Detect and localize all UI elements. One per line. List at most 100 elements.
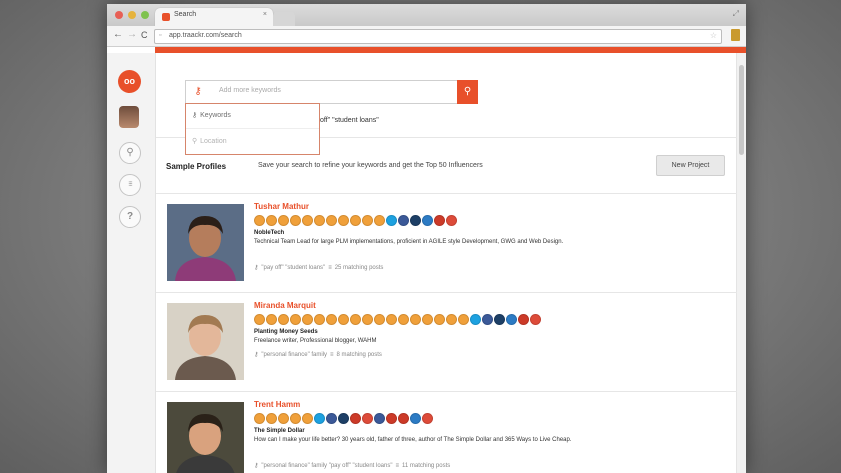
zoom-window-button[interactable] xyxy=(141,11,149,19)
badge-icon[interactable] xyxy=(314,314,325,325)
sidebar-grid-icon[interactable]: ⁝⁝⁝ xyxy=(119,174,141,196)
badge-icon[interactable] xyxy=(494,314,505,325)
badge-icon[interactable] xyxy=(446,215,457,226)
new-project-button[interactable]: New Project xyxy=(656,155,725,176)
badge-icon[interactable] xyxy=(530,314,541,325)
badge-icon[interactable] xyxy=(338,314,349,325)
badge-icon[interactable] xyxy=(290,215,301,226)
sidebar-search-icon[interactable]: ⚲ xyxy=(119,142,141,164)
badge-icon[interactable] xyxy=(482,314,493,325)
badge-icon[interactable] xyxy=(386,413,397,424)
forward-button[interactable]: → xyxy=(127,29,137,40)
divider xyxy=(156,193,737,194)
badge-icon[interactable] xyxy=(386,215,397,226)
dropdown-item-keywords[interactable]: ⚷ Keywords xyxy=(192,111,231,119)
badge-icon[interactable] xyxy=(350,314,361,325)
profile-name[interactable]: Trent Hamm xyxy=(254,400,300,409)
badge-icon[interactable] xyxy=(446,314,457,325)
badge-icon[interactable] xyxy=(422,314,433,325)
badge-icon[interactable] xyxy=(278,314,289,325)
profile-organization: The Simple Dollar xyxy=(254,428,305,434)
close-window-button[interactable] xyxy=(115,11,123,19)
profile-name[interactable]: Tushar Mathur xyxy=(254,202,309,211)
matching-posts[interactable]: 8 matching posts xyxy=(337,352,382,358)
keyword-search-box[interactable]: ⚷ Add more keywords xyxy=(185,80,458,104)
badge-icon[interactable] xyxy=(434,215,445,226)
badge-icon[interactable] xyxy=(278,413,289,424)
address-bar[interactable]: ▫ app.traackr.com/search ☆ xyxy=(154,29,722,44)
reload-button[interactable]: C xyxy=(141,30,148,40)
badge-icon[interactable] xyxy=(338,215,349,226)
key-dropdown-icon[interactable]: ⚷ xyxy=(188,83,208,101)
badge-icon[interactable] xyxy=(266,413,277,424)
app-logo[interactable]: oo xyxy=(118,70,141,93)
posts-icon: ≡ xyxy=(328,265,332,271)
badge-icon[interactable] xyxy=(506,314,517,325)
scrollbar-thumb[interactable] xyxy=(739,65,744,155)
fullscreen-icon[interactable]: ⤢ xyxy=(733,9,739,19)
badge-icon[interactable] xyxy=(266,314,277,325)
browser-window: Search × ⤢ ← → C ▫ app.traackr.com/searc… xyxy=(107,4,746,473)
badge-icon[interactable] xyxy=(314,413,325,424)
badge-icon[interactable] xyxy=(470,314,481,325)
profile-photo[interactable] xyxy=(167,402,244,473)
badge-icon[interactable] xyxy=(410,314,421,325)
matching-posts[interactable]: 11 matching posts xyxy=(402,463,450,469)
badge-icon[interactable] xyxy=(326,413,337,424)
tab-close-icon[interactable]: × xyxy=(263,11,267,18)
profile-photo[interactable] xyxy=(167,204,244,281)
badge-icon[interactable] xyxy=(254,413,265,424)
browser-toolbar: ← → C ▫ app.traackr.com/search ☆ xyxy=(107,26,746,47)
badge-icon[interactable] xyxy=(410,413,421,424)
bookmark-star-icon[interactable]: ☆ xyxy=(710,31,717,40)
matching-posts[interactable]: 25 matching posts xyxy=(335,265,384,271)
badge-icon[interactable] xyxy=(350,413,361,424)
badge-icon[interactable] xyxy=(518,314,529,325)
badge-icon[interactable] xyxy=(350,215,361,226)
badge-icon[interactable] xyxy=(362,314,373,325)
badge-icon[interactable] xyxy=(278,215,289,226)
wrench-icon[interactable] xyxy=(731,29,740,41)
browser-tab[interactable]: Search × xyxy=(155,8,273,26)
badge-icon[interactable] xyxy=(338,413,349,424)
badge-icon[interactable] xyxy=(254,314,265,325)
back-button[interactable]: ← xyxy=(113,29,123,40)
profile-name[interactable]: Miranda Marquit xyxy=(254,301,316,310)
profile-card[interactable]: Miranda Marquit Planting Money Seeds Freel… xyxy=(156,294,737,388)
profile-card[interactable]: Tushar Mathur NobleTech Technical Team Lea… xyxy=(156,195,737,289)
sidebar-help-icon[interactable]: ? xyxy=(119,206,141,228)
page-scrollbar[interactable] xyxy=(736,53,746,473)
badge-icon[interactable] xyxy=(290,413,301,424)
favicon-icon xyxy=(162,13,170,21)
badge-icon[interactable] xyxy=(326,215,337,226)
badge-icon[interactable] xyxy=(422,413,433,424)
badge-icon[interactable] xyxy=(398,314,409,325)
badge-icon[interactable] xyxy=(314,215,325,226)
badge-icon[interactable] xyxy=(434,314,445,325)
badge-icon[interactable] xyxy=(398,215,409,226)
user-avatar[interactable] xyxy=(119,106,139,128)
badge-icon[interactable] xyxy=(374,314,385,325)
profile-photo[interactable] xyxy=(167,303,244,380)
badge-icon[interactable] xyxy=(266,215,277,226)
badge-icon[interactable] xyxy=(362,215,373,226)
badge-icon[interactable] xyxy=(326,314,337,325)
badge-icon[interactable] xyxy=(422,215,433,226)
search-submit-button[interactable]: ⚲ xyxy=(457,80,478,104)
minimize-window-button[interactable] xyxy=(128,11,136,19)
badge-icon[interactable] xyxy=(302,215,313,226)
badge-icon[interactable] xyxy=(374,413,385,424)
badge-icon[interactable] xyxy=(362,413,373,424)
badge-icon[interactable] xyxy=(458,314,469,325)
badge-icon[interactable] xyxy=(290,314,301,325)
dropdown-item-location[interactable]: ⚲ Location xyxy=(192,137,227,145)
new-tab-button[interactable] xyxy=(273,12,295,26)
badge-icon[interactable] xyxy=(302,314,313,325)
badge-icon[interactable] xyxy=(386,314,397,325)
badge-icon[interactable] xyxy=(254,215,265,226)
badge-icon[interactable] xyxy=(398,413,409,424)
badge-icon[interactable] xyxy=(302,413,313,424)
badge-icon[interactable] xyxy=(410,215,421,226)
profile-card[interactable]: Trent Hamm The Simple Dollar How can I mak… xyxy=(156,393,737,473)
badge-icon[interactable] xyxy=(374,215,385,226)
